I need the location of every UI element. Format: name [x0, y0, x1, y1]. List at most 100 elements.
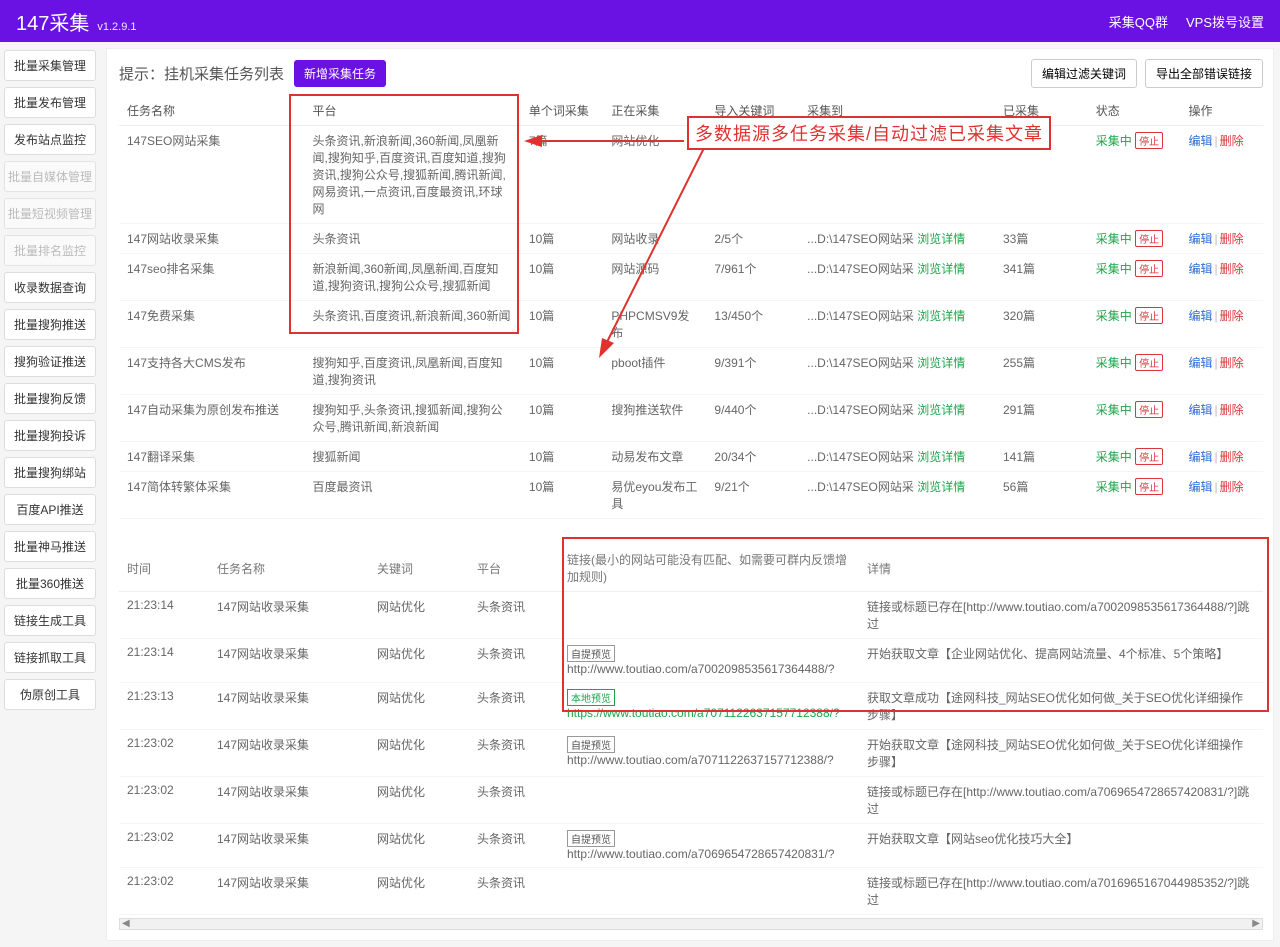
sidebar-item-8[interactable]: 搜狗验证推送: [4, 346, 96, 377]
log-col-1: 任务名称: [209, 545, 369, 592]
log-row: 21:23:02147网站收录采集网站优化头条资讯链接或标题已存在[http:/…: [119, 777, 1263, 824]
edit-link[interactable]: 编辑: [1188, 134, 1212, 148]
log-col-4: 链接(最小的网站可能没有匹配、如需要可群内反馈增加规则): [559, 545, 859, 592]
task-col-2: 单个词采集: [521, 96, 603, 126]
sidebar-item-10[interactable]: 批量搜狗投诉: [4, 420, 96, 451]
log-row: 21:23:14147网站收录采集网站优化头条资讯链接或标题已存在[http:/…: [119, 592, 1263, 639]
stop-button[interactable]: 停止: [1135, 132, 1163, 149]
browse-link[interactable]: 浏览详情: [917, 480, 965, 494]
main-panel: 提示：挂机采集任务列表 新增采集任务 编辑过滤关键词 导出全部错误链接 任务名称…: [106, 48, 1274, 941]
task-row: 147seo排名采集新浪新闻,360新闻,凤凰新闻,百度知道,搜狗资讯,搜狗公众…: [119, 254, 1263, 301]
sidebar-item-16[interactable]: 链接抓取工具: [4, 642, 96, 673]
stop-button[interactable]: 停止: [1135, 478, 1163, 495]
edit-link[interactable]: 编辑: [1188, 232, 1212, 246]
delete-link[interactable]: 删除: [1220, 450, 1244, 464]
log-col-0: 时间: [119, 545, 209, 592]
log-row: 21:23:02147网站收录采集网站优化头条资讯链接或标题已存在[http:/…: [119, 868, 1263, 915]
log-row: 21:23:02147网站收录采集网站优化头条资讯自提预览http://www.…: [119, 730, 1263, 777]
stop-button[interactable]: 停止: [1135, 401, 1163, 418]
sidebar-item-17[interactable]: 伪原创工具: [4, 679, 96, 710]
browse-link[interactable]: 浏览详情: [917, 309, 965, 323]
edit-link[interactable]: 编辑: [1188, 450, 1212, 464]
edit-link[interactable]: 编辑: [1188, 309, 1212, 323]
edit-link[interactable]: 编辑: [1188, 262, 1212, 276]
status-text: 采集中: [1096, 309, 1132, 323]
filter-keyword-button[interactable]: 编辑过滤关键词: [1031, 59, 1137, 88]
log-url[interactable]: https://www.toutiao.com/a707112263715771…: [567, 706, 840, 720]
task-table: 任务名称平台单个词采集正在采集导入关键词采集到已采集状态操作 147SEO网站采…: [119, 96, 1263, 519]
sidebar-item-2[interactable]: 发布站点监控: [4, 124, 96, 155]
preview-badge[interactable]: 自提预览: [567, 736, 615, 753]
delete-link[interactable]: 删除: [1220, 356, 1244, 370]
log-url[interactable]: http://www.toutiao.com/a7002098535617364…: [567, 662, 835, 676]
preview-badge[interactable]: 自提预览: [567, 830, 615, 847]
edit-link[interactable]: 编辑: [1188, 480, 1212, 494]
delete-link[interactable]: 删除: [1220, 232, 1244, 246]
sidebar-item-11[interactable]: 批量搜狗绑站: [4, 457, 96, 488]
horizontal-scrollbar[interactable]: [119, 918, 1263, 930]
add-task-button[interactable]: 新增采集任务: [294, 60, 386, 87]
delete-link[interactable]: 删除: [1220, 403, 1244, 417]
status-text: 采集中: [1096, 480, 1132, 494]
annotation-callout: 多数据源多任务采集/自动过滤已采集文章: [687, 116, 1051, 150]
status-text: 采集中: [1096, 403, 1132, 417]
delete-link[interactable]: 删除: [1220, 480, 1244, 494]
sidebar-item-9[interactable]: 批量搜狗反馈: [4, 383, 96, 414]
sidebar-item-15[interactable]: 链接生成工具: [4, 605, 96, 636]
task-col-0: 任务名称: [119, 96, 305, 126]
brand: 147采集: [16, 7, 89, 36]
log-url[interactable]: http://www.toutiao.com/a7069654728657420…: [567, 847, 835, 861]
topplink-qq[interactable]: 采集QQ群: [1109, 12, 1168, 31]
browse-link[interactable]: 浏览详情: [917, 450, 965, 464]
stop-button[interactable]: 停止: [1135, 260, 1163, 277]
log-col-2: 关键词: [369, 545, 469, 592]
edit-link[interactable]: 编辑: [1188, 403, 1212, 417]
browse-link[interactable]: 浏览详情: [917, 232, 965, 246]
edit-link[interactable]: 编辑: [1188, 356, 1212, 370]
delete-link[interactable]: 删除: [1220, 134, 1244, 148]
stop-button[interactable]: 停止: [1135, 230, 1163, 247]
preview-badge[interactable]: 本地预览: [567, 689, 615, 706]
panel-tip: 提示：挂机采集任务列表: [119, 63, 284, 84]
status-text: 采集中: [1096, 262, 1132, 276]
log-url[interactable]: http://www.toutiao.com/a7071122637157712…: [567, 753, 834, 767]
task-row: 147支持各大CMS发布搜狗知乎,百度资讯,凤凰新闻,百度知道,搜狗资讯10篇p…: [119, 348, 1263, 395]
sidebar-item-3: 批量自媒体管理: [4, 161, 96, 192]
task-row: 147网站收录采集头条资讯10篇网站收录2/5个...D:\147SEO网站采 …: [119, 224, 1263, 254]
sidebar-item-7[interactable]: 批量搜狗推送: [4, 309, 96, 340]
log-col-5: 详情: [859, 545, 1263, 592]
export-errors-button[interactable]: 导出全部错误链接: [1145, 59, 1263, 88]
log-col-3: 平台: [469, 545, 559, 592]
status-text: 采集中: [1096, 134, 1132, 148]
task-table-wrap: 任务名称平台单个词采集正在采集导入关键词采集到已采集状态操作 147SEO网站采…: [119, 96, 1263, 519]
task-col-1: 平台: [305, 96, 521, 126]
log-table: 时间任务名称关键词平台链接(最小的网站可能没有匹配、如需要可群内反馈增加规则)详…: [119, 545, 1263, 915]
status-text: 采集中: [1096, 450, 1132, 464]
browse-link[interactable]: 浏览详情: [917, 356, 965, 370]
stop-button[interactable]: 停止: [1135, 448, 1163, 465]
delete-link[interactable]: 删除: [1220, 309, 1244, 323]
sidebar-item-12[interactable]: 百度API推送: [4, 494, 96, 525]
log-row: 21:23:02147网站收录采集网站优化头条资讯自提预览http://www.…: [119, 824, 1263, 868]
stop-button[interactable]: 停止: [1135, 354, 1163, 371]
sidebar-item-13[interactable]: 批量神马推送: [4, 531, 96, 562]
log-area: 时间任务名称关键词平台链接(最小的网站可能没有匹配、如需要可群内反馈增加规则)详…: [119, 545, 1263, 930]
browse-link[interactable]: 浏览详情: [917, 403, 965, 417]
sidebar-item-6[interactable]: 收录数据查询: [4, 272, 96, 303]
sidebar-item-1[interactable]: 批量发布管理: [4, 87, 96, 118]
browse-link[interactable]: 浏览详情: [917, 262, 965, 276]
task-row: 147简体转繁体采集百度最资讯10篇易优eyou发布工具9/21个...D:\1…: [119, 472, 1263, 519]
sidebar-item-0[interactable]: 批量采集管理: [4, 50, 96, 81]
task-col-7: 状态: [1088, 96, 1181, 126]
task-row: 147自动采集为原创发布推送搜狗知乎,头条资讯,搜狐新闻,搜狗公众号,腾讯新闻,…: [119, 395, 1263, 442]
preview-badge[interactable]: 自提预览: [567, 645, 615, 662]
stop-button[interactable]: 停止: [1135, 307, 1163, 324]
sidebar: 批量采集管理批量发布管理发布站点监控批量自媒体管理批量短视频管理批量排名监控收录…: [0, 42, 100, 947]
sidebar-item-14[interactable]: 批量360推送: [4, 568, 96, 599]
status-text: 采集中: [1096, 356, 1132, 370]
delete-link[interactable]: 删除: [1220, 262, 1244, 276]
toplink-vps[interactable]: VPS拨号设置: [1186, 12, 1264, 31]
log-row: 21:23:13147网站收录采集网站优化头条资讯本地预览https://www…: [119, 683, 1263, 730]
topbar-right: 采集QQ群 VPS拨号设置: [1109, 12, 1264, 31]
task-row: 147免费采集头条资讯,百度资讯,新浪新闻,360新闻10篇PHPCMSV9发布…: [119, 301, 1263, 348]
